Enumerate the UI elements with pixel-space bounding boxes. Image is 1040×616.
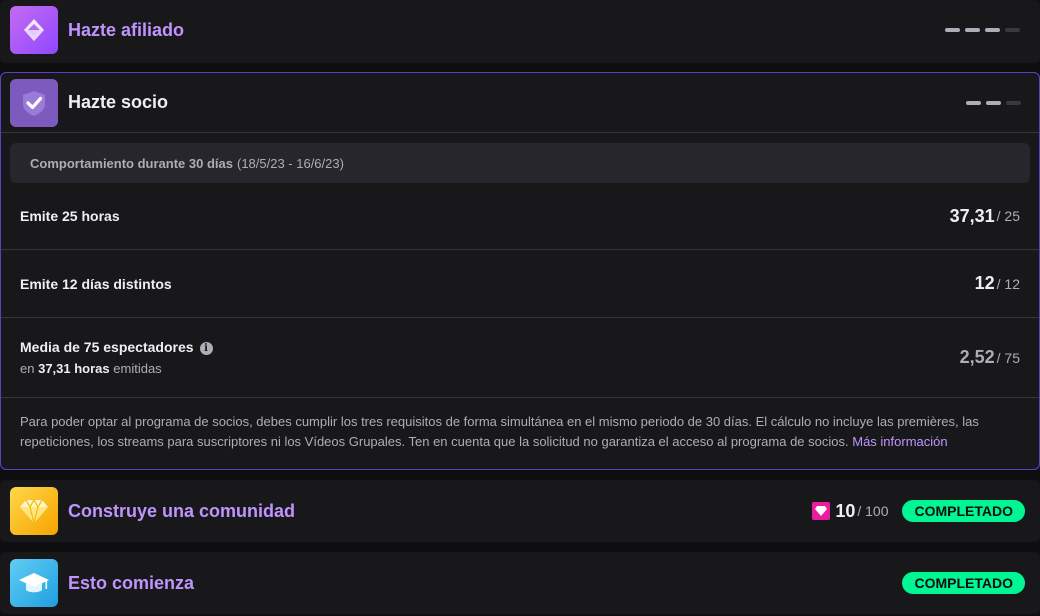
requirement-label: Media de 75 espectadores bbox=[20, 339, 194, 355]
subtext-prefix: en bbox=[20, 361, 35, 376]
period-label: Comportamiento durante 30 días bbox=[30, 155, 233, 171]
requirement-target: / 25 bbox=[996, 208, 1020, 224]
affiliate-card[interactable]: Hazte afiliado bbox=[0, 0, 1040, 63]
requirement-subtext: en 37,31 horas emitidas bbox=[20, 361, 213, 376]
info-icon[interactable]: i bbox=[199, 342, 213, 355]
requirement-row: Emite 25 horas 37,31 / 25 bbox=[1, 183, 1039, 250]
start-title: Esto comienza bbox=[68, 572, 195, 593]
subtext-hours: 37,31 horas bbox=[38, 361, 110, 376]
completed-badge: COMPLETADO bbox=[902, 572, 1025, 594]
start-card[interactable]: Esto comienza COMPLETADO bbox=[0, 552, 1040, 614]
partner-note: Para poder optar al programa de socios, … bbox=[1, 398, 1039, 452]
progress-step bbox=[985, 28, 1000, 32]
affiliate-title: Hazte afiliado bbox=[68, 19, 185, 40]
partner-header[interactable]: Hazte socio bbox=[1, 73, 1039, 133]
requirement-target: / 75 bbox=[996, 349, 1020, 366]
subtext-suffix: emitidas bbox=[113, 361, 162, 376]
requirement-label: Emite 12 días distintos bbox=[20, 275, 172, 292]
requirement-row: Emite 12 días distintos 12 / 12 bbox=[1, 250, 1039, 318]
progress-step bbox=[965, 28, 980, 32]
progress-step bbox=[1005, 28, 1020, 32]
community-badge bbox=[10, 487, 58, 535]
affiliate-progress-indicator bbox=[945, 28, 1020, 32]
follower-gem-icon bbox=[812, 502, 831, 520]
requirement-row: Media de 75 espectadores i en 37,31 horas… bbox=[1, 318, 1039, 398]
graduation-cap-icon bbox=[19, 573, 49, 593]
requirement-label: Emite 25 horas bbox=[20, 208, 120, 224]
progress-step bbox=[986, 100, 1001, 105]
community-card[interactable]: Construye una comunidad 10 / 100 COMPLET… bbox=[0, 480, 1040, 542]
progress-step bbox=[945, 28, 960, 32]
community-title: Construye una comunidad bbox=[68, 500, 296, 521]
partner-note-text: Para poder optar al programa de socios, … bbox=[20, 414, 979, 449]
community-target: / 100 bbox=[857, 503, 889, 519]
requirement-value: 37,31 bbox=[949, 205, 995, 226]
partner-title: Hazte socio bbox=[68, 92, 169, 112]
partner-progress-indicator bbox=[966, 100, 1021, 105]
requirement-target: / 12 bbox=[996, 275, 1020, 292]
period-banner: Comportamiento durante 30 días (18/5/23 … bbox=[10, 143, 1030, 183]
requirement-value: 2,52 bbox=[959, 347, 995, 367]
affiliate-gem-icon bbox=[24, 19, 44, 41]
partner-check-icon bbox=[23, 90, 45, 116]
affiliate-badge bbox=[10, 6, 58, 54]
community-value: 10 bbox=[835, 500, 856, 521]
progress-step bbox=[966, 100, 981, 105]
completed-badge: COMPLETADO bbox=[902, 500, 1025, 522]
period-range: (18/5/23 - 16/6/23) bbox=[236, 155, 344, 171]
partner-badge bbox=[10, 78, 58, 127]
start-badge bbox=[10, 559, 58, 607]
requirement-value: 12 bbox=[974, 273, 995, 293]
partner-card[interactable]: Hazte socio Comportamiento durante 30 dí… bbox=[0, 72, 1040, 470]
progress-step bbox=[1006, 100, 1021, 105]
more-info-link[interactable]: Más información bbox=[852, 434, 947, 449]
diamond-icon bbox=[20, 498, 48, 524]
